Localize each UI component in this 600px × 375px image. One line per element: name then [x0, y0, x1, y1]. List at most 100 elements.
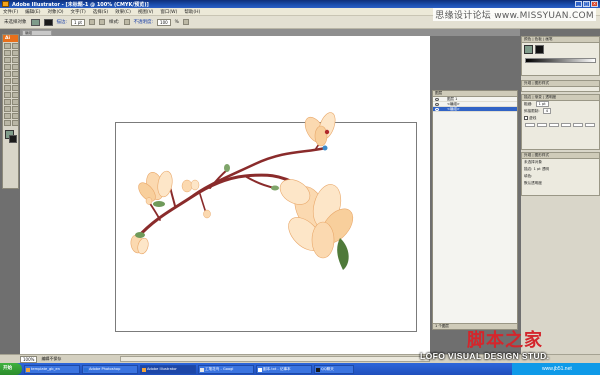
layer-row-selected[interactable]: <编组> — [433, 107, 517, 112]
fill-stroke-selector[interactable] — [5, 130, 17, 144]
dashed-row[interactable]: 虚线 — [522, 115, 599, 122]
window-controls: _ □ × — [575, 0, 598, 7]
illustrator-app-icon — [2, 1, 9, 7]
status-text[interactable]: 编辑不保存 — [41, 356, 61, 362]
menu-select[interactable]: 选择(S) — [93, 9, 108, 15]
info-stroke-label: 描边: — [524, 167, 533, 171]
appearance-panel[interactable]: 外观 | 图形样式 — [521, 80, 600, 92]
info-row-3: 填色: — [524, 174, 533, 178]
folder-icon — [26, 367, 30, 372]
paintbrush-tool-icon[interactable] — [4, 71, 11, 77]
menu-effect[interactable]: 效果(C) — [115, 9, 131, 15]
taskbar-item[interactable]: QQ聊天 — [314, 364, 354, 374]
blossom-left-top — [138, 170, 173, 207]
graphic-style-icon[interactable] — [123, 19, 130, 25]
magnolia-illustration[interactable] — [115, 108, 375, 278]
magic-wand-tool-icon[interactable] — [4, 50, 11, 56]
taskbar-item[interactable]: 副本.txt - 记事本 — [256, 364, 312, 374]
minimize-button[interactable]: _ — [575, 1, 582, 7]
slice-tool-icon[interactable] — [4, 113, 11, 119]
info-panel[interactable]: 外观 | 图形样式 未选择对象 描边: 1 pt 透明 填色: 默认透明度 — [521, 152, 600, 196]
warp-tool-icon[interactable] — [4, 85, 11, 91]
info-row-2: 描边: 1 pt 透明 — [522, 166, 599, 173]
close-button[interactable]: × — [591, 1, 598, 7]
visibility-eye-icon[interactable] — [435, 108, 439, 111]
info-row-1: 未选择对象 — [524, 160, 542, 164]
taskbar-item[interactable]: Adobe Photoshop — [82, 364, 138, 374]
miter-limit-value[interactable]: 4 — [542, 108, 552, 114]
stroke-weight-value[interactable]: 1 pt — [535, 101, 549, 107]
stroke-panel[interactable]: 描边 | 渐变 | 透明度 粗细: 1 pt 斜接限制: 4 虚线 — [521, 94, 600, 150]
start-button[interactable]: 开始 — [0, 363, 22, 375]
zoom-tool-icon[interactable] — [12, 120, 19, 126]
info-stroke-value: 1 pt 透明 — [533, 167, 550, 171]
tool-grid — [3, 42, 19, 127]
menu-help[interactable]: 帮助(H) — [184, 9, 200, 15]
appearance-panel-header[interactable]: 外观 | 图形样式 — [522, 81, 599, 87]
horizontal-scrollbar[interactable] — [120, 356, 430, 362]
stroke-swatch[interactable] — [43, 18, 53, 26]
gradient-tool-icon[interactable] — [12, 99, 19, 105]
dash-fields[interactable] — [522, 122, 599, 128]
opacity-label[interactable]: 不透明度: — [134, 19, 154, 25]
taskbar-item[interactable]: 工笔花鸟 - Googl — [198, 364, 254, 374]
visibility-eye-icon[interactable] — [435, 98, 439, 101]
color-panel[interactable]: 颜色 | 色板 | 画笔 — [521, 36, 600, 76]
taskbar-item-label: 副本.txt - 记事本 — [263, 366, 291, 371]
symbol-sprayer-tool-icon[interactable] — [4, 92, 11, 98]
brush-definition-icon[interactable] — [88, 19, 95, 25]
document-tab-strip: 编组 — [20, 29, 520, 36]
taskbar-item-label: Adobe Photoshop — [89, 366, 121, 371]
free-transform-tool-icon[interactable] — [12, 85, 19, 91]
menu-file[interactable]: 文件(F) — [3, 9, 18, 15]
lasso-tool-icon[interactable] — [12, 50, 19, 56]
line-tool-icon[interactable] — [4, 64, 11, 70]
rectangle-tool-icon[interactable] — [12, 64, 19, 70]
maximize-button[interactable]: □ — [583, 1, 590, 7]
stroke-weight-field[interactable]: 1 pt — [71, 18, 85, 26]
watermark-lofo: LOFO VISUAL DESIGN STUD. — [420, 351, 550, 361]
color-spectrum-bar[interactable] — [525, 58, 596, 63]
graph-tool-icon[interactable] — [12, 92, 19, 98]
zoom-field[interactable]: 100% — [20, 355, 38, 363]
menu-window[interactable]: 窗口(W) — [160, 9, 177, 15]
stroke-weight-label: 粗细: — [524, 102, 533, 106]
taskbar-item-label: 工笔花鸟 - Googl — [205, 366, 234, 371]
mesh-tool-icon[interactable] — [4, 99, 11, 105]
scissors-tool-icon[interactable] — [12, 113, 19, 119]
menu-view[interactable]: 视图(V) — [138, 9, 154, 15]
menu-object[interactable]: 对象(O) — [47, 9, 63, 15]
layer-name: 图层 1 — [447, 97, 458, 101]
taskbar-item-active[interactable]: Adobe Illustrator — [140, 364, 196, 374]
style-label: 样式: — [108, 20, 120, 25]
direct-selection-tool-icon[interactable] — [12, 43, 19, 49]
menu-type[interactable]: 文字(T) — [71, 9, 86, 15]
stroke-color-icon-small[interactable] — [535, 45, 544, 54]
taskbar-item-label: template_gb_en — [31, 366, 60, 371]
hand-tool-icon[interactable] — [4, 120, 11, 126]
opacity-field[interactable]: 100 — [157, 18, 171, 26]
fill-color-icon-small[interactable] — [524, 45, 533, 54]
taskbar-item[interactable]: template_gb_en — [24, 364, 80, 374]
menu-edit[interactable]: 编辑(E) — [25, 9, 40, 15]
layers-panel[interactable]: 图层 图层 1 <编组> <编组> 1 个图层 — [432, 90, 518, 330]
style-swatch-icon[interactable] — [98, 19, 105, 25]
arrange-icon[interactable] — [182, 19, 189, 25]
stroke-color-icon[interactable] — [9, 135, 17, 143]
windows-taskbar: 开始 template_gb_en Adobe Photoshop Adobe … — [0, 363, 600, 375]
stroke-label[interactable]: 描边: — [57, 19, 68, 25]
pen-tool-icon[interactable] — [4, 57, 11, 63]
visibility-eye-icon[interactable] — [435, 103, 439, 106]
scale-tool-icon[interactable] — [12, 78, 19, 84]
dashed-label: 虚线 — [529, 116, 537, 120]
leaf-right — [337, 238, 349, 270]
blend-tool-icon[interactable] — [12, 106, 19, 112]
fill-swatch[interactable] — [30, 18, 40, 26]
dashed-checkbox[interactable] — [524, 116, 528, 120]
selection-tool-icon[interactable] — [4, 43, 11, 49]
rotate-tool-icon[interactable] — [4, 78, 11, 84]
type-tool-icon[interactable] — [12, 57, 19, 63]
eyedropper-tool-icon[interactable] — [4, 106, 11, 112]
qq-icon — [316, 367, 320, 372]
pencil-tool-icon[interactable] — [12, 71, 19, 77]
